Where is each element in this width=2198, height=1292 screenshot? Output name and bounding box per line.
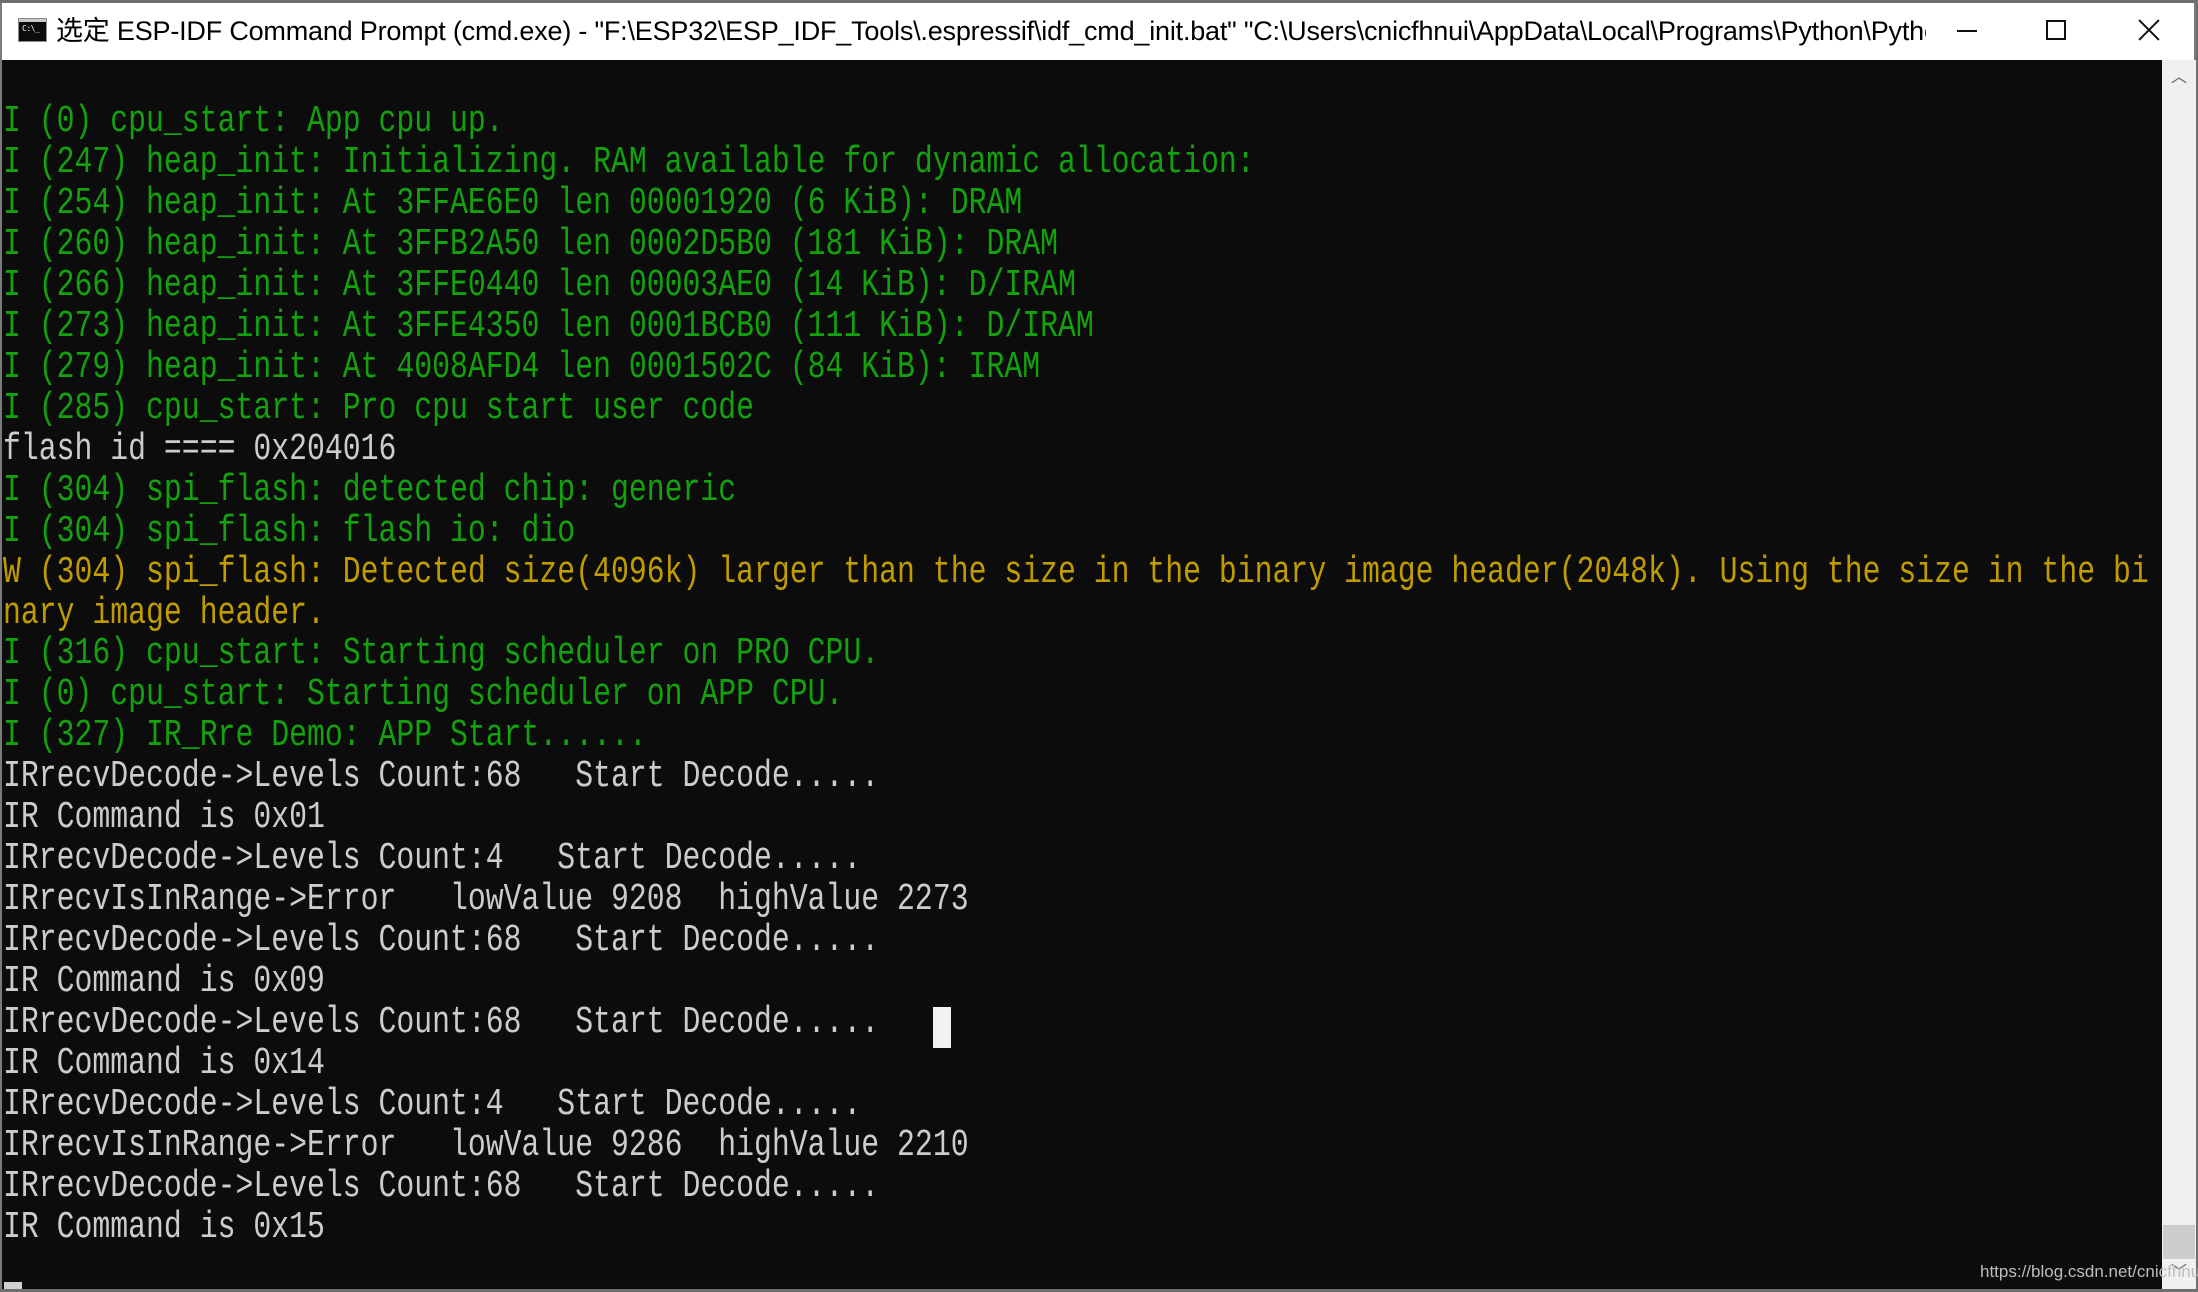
console-output[interactable]: I (0) cpu_start: App cpu up. I (247) heap… <box>2 60 2162 1289</box>
close-icon <box>2138 19 2160 41</box>
title-bar[interactable]: C:\_ 选定 ESP-IDF Command Prompt (cmd.exe)… <box>2 3 2194 60</box>
window-title: 选定 ESP-IDF Command Prompt (cmd.exe) - "F… <box>56 16 1926 46</box>
maximize-icon <box>2046 20 2066 40</box>
minimize-icon <box>1957 30 1977 32</box>
minimize-button[interactable] <box>1922 3 2012 60</box>
log-line: IR Command is 0x15 <box>3 1205 325 1249</box>
icon-prompt-text: C:\_ <box>22 24 40 33</box>
selection-marker <box>4 1282 22 1289</box>
scrollbar-thumb[interactable] <box>2163 1225 2195 1259</box>
text-cursor <box>932 1007 951 1049</box>
cmd-console-icon[interactable]: C:\_ <box>18 18 47 42</box>
vertical-scrollbar[interactable]: ︿ ﹀ <box>2162 60 2196 1289</box>
chevron-up-icon[interactable]: ︿ <box>2162 60 2196 94</box>
console-window: C:\_ 选定 ESP-IDF Command Prompt (cmd.exe)… <box>0 3 2196 1289</box>
watermark: https://blog.csdn.net/cnicfhnui <box>1980 1262 2198 1281</box>
maximize-button[interactable] <box>2012 3 2102 60</box>
log-line-warning: W (304) spi_flash: Detected size(4096k) … <box>3 549 2149 594</box>
close-button[interactable] <box>2102 3 2196 60</box>
